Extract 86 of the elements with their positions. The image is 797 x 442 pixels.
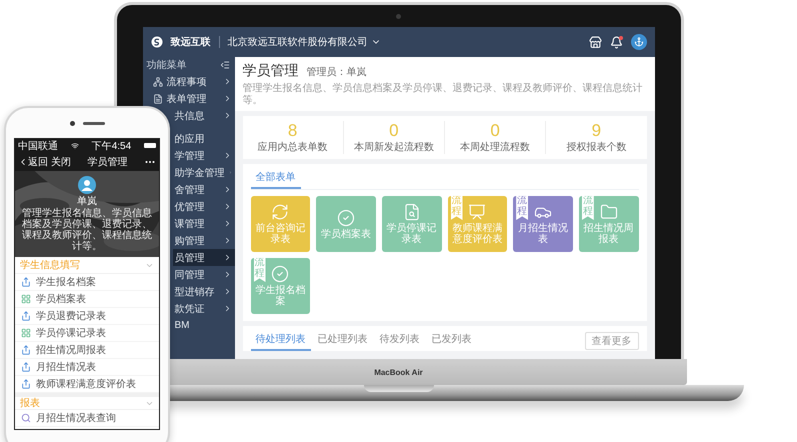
tile-label: 招生情况周报表	[582, 223, 635, 245]
share-icon	[21, 277, 31, 287]
stat-label: 授权报表个数	[566, 140, 626, 154]
sidebar-item[interactable]: 学管理	[172, 147, 234, 164]
list-item[interactable]: 学员停课记录表	[15, 325, 159, 342]
share-icon	[21, 362, 31, 372]
clock-label: 下午4:54	[92, 140, 132, 152]
admin-label: 管理员：单岚	[306, 66, 366, 79]
share-icon	[21, 311, 31, 321]
user-name: 单岚	[77, 194, 97, 208]
share-icon	[21, 379, 31, 389]
sidebar-item[interactable]: 课管理	[172, 215, 234, 232]
carrier-label: 中国联通	[18, 140, 58, 152]
check-circle-icon	[271, 265, 290, 283]
sidebar-item[interactable]: 购管理	[172, 232, 234, 249]
sidebar-item[interactable]: 优管理	[172, 198, 234, 215]
document-icon	[152, 94, 162, 104]
sidebar-item[interactable]: 同管理	[172, 266, 234, 283]
tile-label: 学生报名档案	[254, 285, 306, 307]
stat-value: 8	[288, 121, 298, 140]
camera-icon	[396, 14, 401, 18]
sidebar-item[interactable]: 舍管理	[172, 181, 234, 198]
check-circle-icon	[336, 208, 355, 226]
list-item[interactable]: 学生报名档案	[15, 274, 159, 291]
file-search-icon	[402, 203, 421, 221]
tab[interactable]: 全部表单	[250, 168, 300, 189]
refresh-icon	[271, 203, 290, 221]
sidebar-item[interactable]: 共信息	[172, 107, 234, 124]
list-item[interactable]: 教师课程满意度评价表	[15, 376, 159, 393]
battery-icon	[144, 143, 156, 148]
tile-label: 前台咨询记录表	[254, 223, 306, 245]
sidebar-item[interactable]: 型进销存	[172, 283, 234, 300]
wifi-icon	[70, 142, 79, 150]
sidebar-title: 功能菜单	[146, 58, 186, 72]
tile-label: 学员停课记录表	[386, 223, 438, 245]
list-item[interactable]: 月招生情况表	[15, 359, 159, 376]
store-icon[interactable]	[588, 36, 602, 48]
list-item[interactable]: 学员档案表	[15, 291, 159, 308]
tab[interactable]: 已发列表	[426, 330, 476, 351]
sidebar-item[interactable]: 流程事项	[142, 73, 234, 90]
tab[interactable]: 待处理列表	[250, 330, 310, 351]
page-title: 学员管理	[242, 62, 298, 80]
tile-label: 教师课程满意度评价表	[451, 223, 504, 245]
section-title: 报表	[20, 396, 40, 410]
banner-description: 管理学生报名信息、学员信息档案及学员停课、退费记录、课程及教师评价、课程信息统计等。	[21, 208, 153, 252]
avatar-icon	[78, 176, 96, 194]
speaker-icon	[82, 122, 104, 124]
share-icon	[21, 345, 31, 355]
sidebar-item[interactable]: 款凭证	[172, 300, 234, 317]
logo-icon	[150, 36, 162, 48]
presentation-board-icon	[468, 203, 486, 221]
sidebar-item[interactable]: 助学金管理	[172, 164, 234, 181]
back-button[interactable]: 返回	[18, 154, 48, 168]
folder-icon	[600, 203, 618, 221]
tile-label: 月招生情况表	[516, 223, 569, 245]
tab[interactable]: 已处理列表	[312, 330, 372, 351]
stat-value: 0	[490, 121, 500, 140]
tab[interactable]: 待发列表	[374, 330, 424, 351]
tile-label: 学员档案表	[320, 228, 371, 240]
collapse-icon[interactable]	[220, 60, 230, 70]
stat-label: 本周处理流程数	[460, 140, 530, 154]
sidebar-item-selected[interactable]: 员管理	[172, 249, 234, 266]
page-description: 管理学生报名信息、学员信息档案及学员停课、退费记录、课程及教师评价、课程信息统计等。	[242, 83, 644, 107]
sidebar-item[interactable]: BM	[172, 317, 234, 334]
close-button[interactable]: 关闭	[51, 154, 71, 168]
camera-icon	[70, 120, 74, 126]
avatar-icon[interactable]	[630, 34, 646, 50]
list-item[interactable]: 招生情况周报表	[15, 342, 159, 359]
sidebar-item[interactable]: 的应用	[172, 130, 234, 147]
stat-value: 9	[592, 121, 602, 140]
section-title: 学生信息填写	[20, 258, 80, 272]
brand-label: MacBook Air	[374, 368, 423, 376]
bell-icon[interactable]	[610, 36, 622, 48]
sidebar-item[interactable]: 表单管理	[142, 90, 234, 107]
stat-label: 本周新发起流程数	[354, 140, 434, 154]
grid-icon	[21, 294, 31, 304]
grid-icon	[21, 328, 31, 338]
nav-title: 学员管理	[86, 156, 128, 168]
company-selector[interactable]: 北京致远互联软件股份有限公司	[228, 35, 380, 49]
search-icon	[21, 413, 31, 423]
stat-label: 应用内总表单数	[258, 140, 328, 154]
stat-value: 0	[389, 121, 399, 140]
list-item[interactable]: 月招生情况表查询	[15, 410, 159, 427]
logo-text: 致远互联	[170, 36, 210, 49]
flow-icon	[152, 76, 162, 86]
list-item[interactable]: 学员退费记录表	[15, 308, 159, 325]
